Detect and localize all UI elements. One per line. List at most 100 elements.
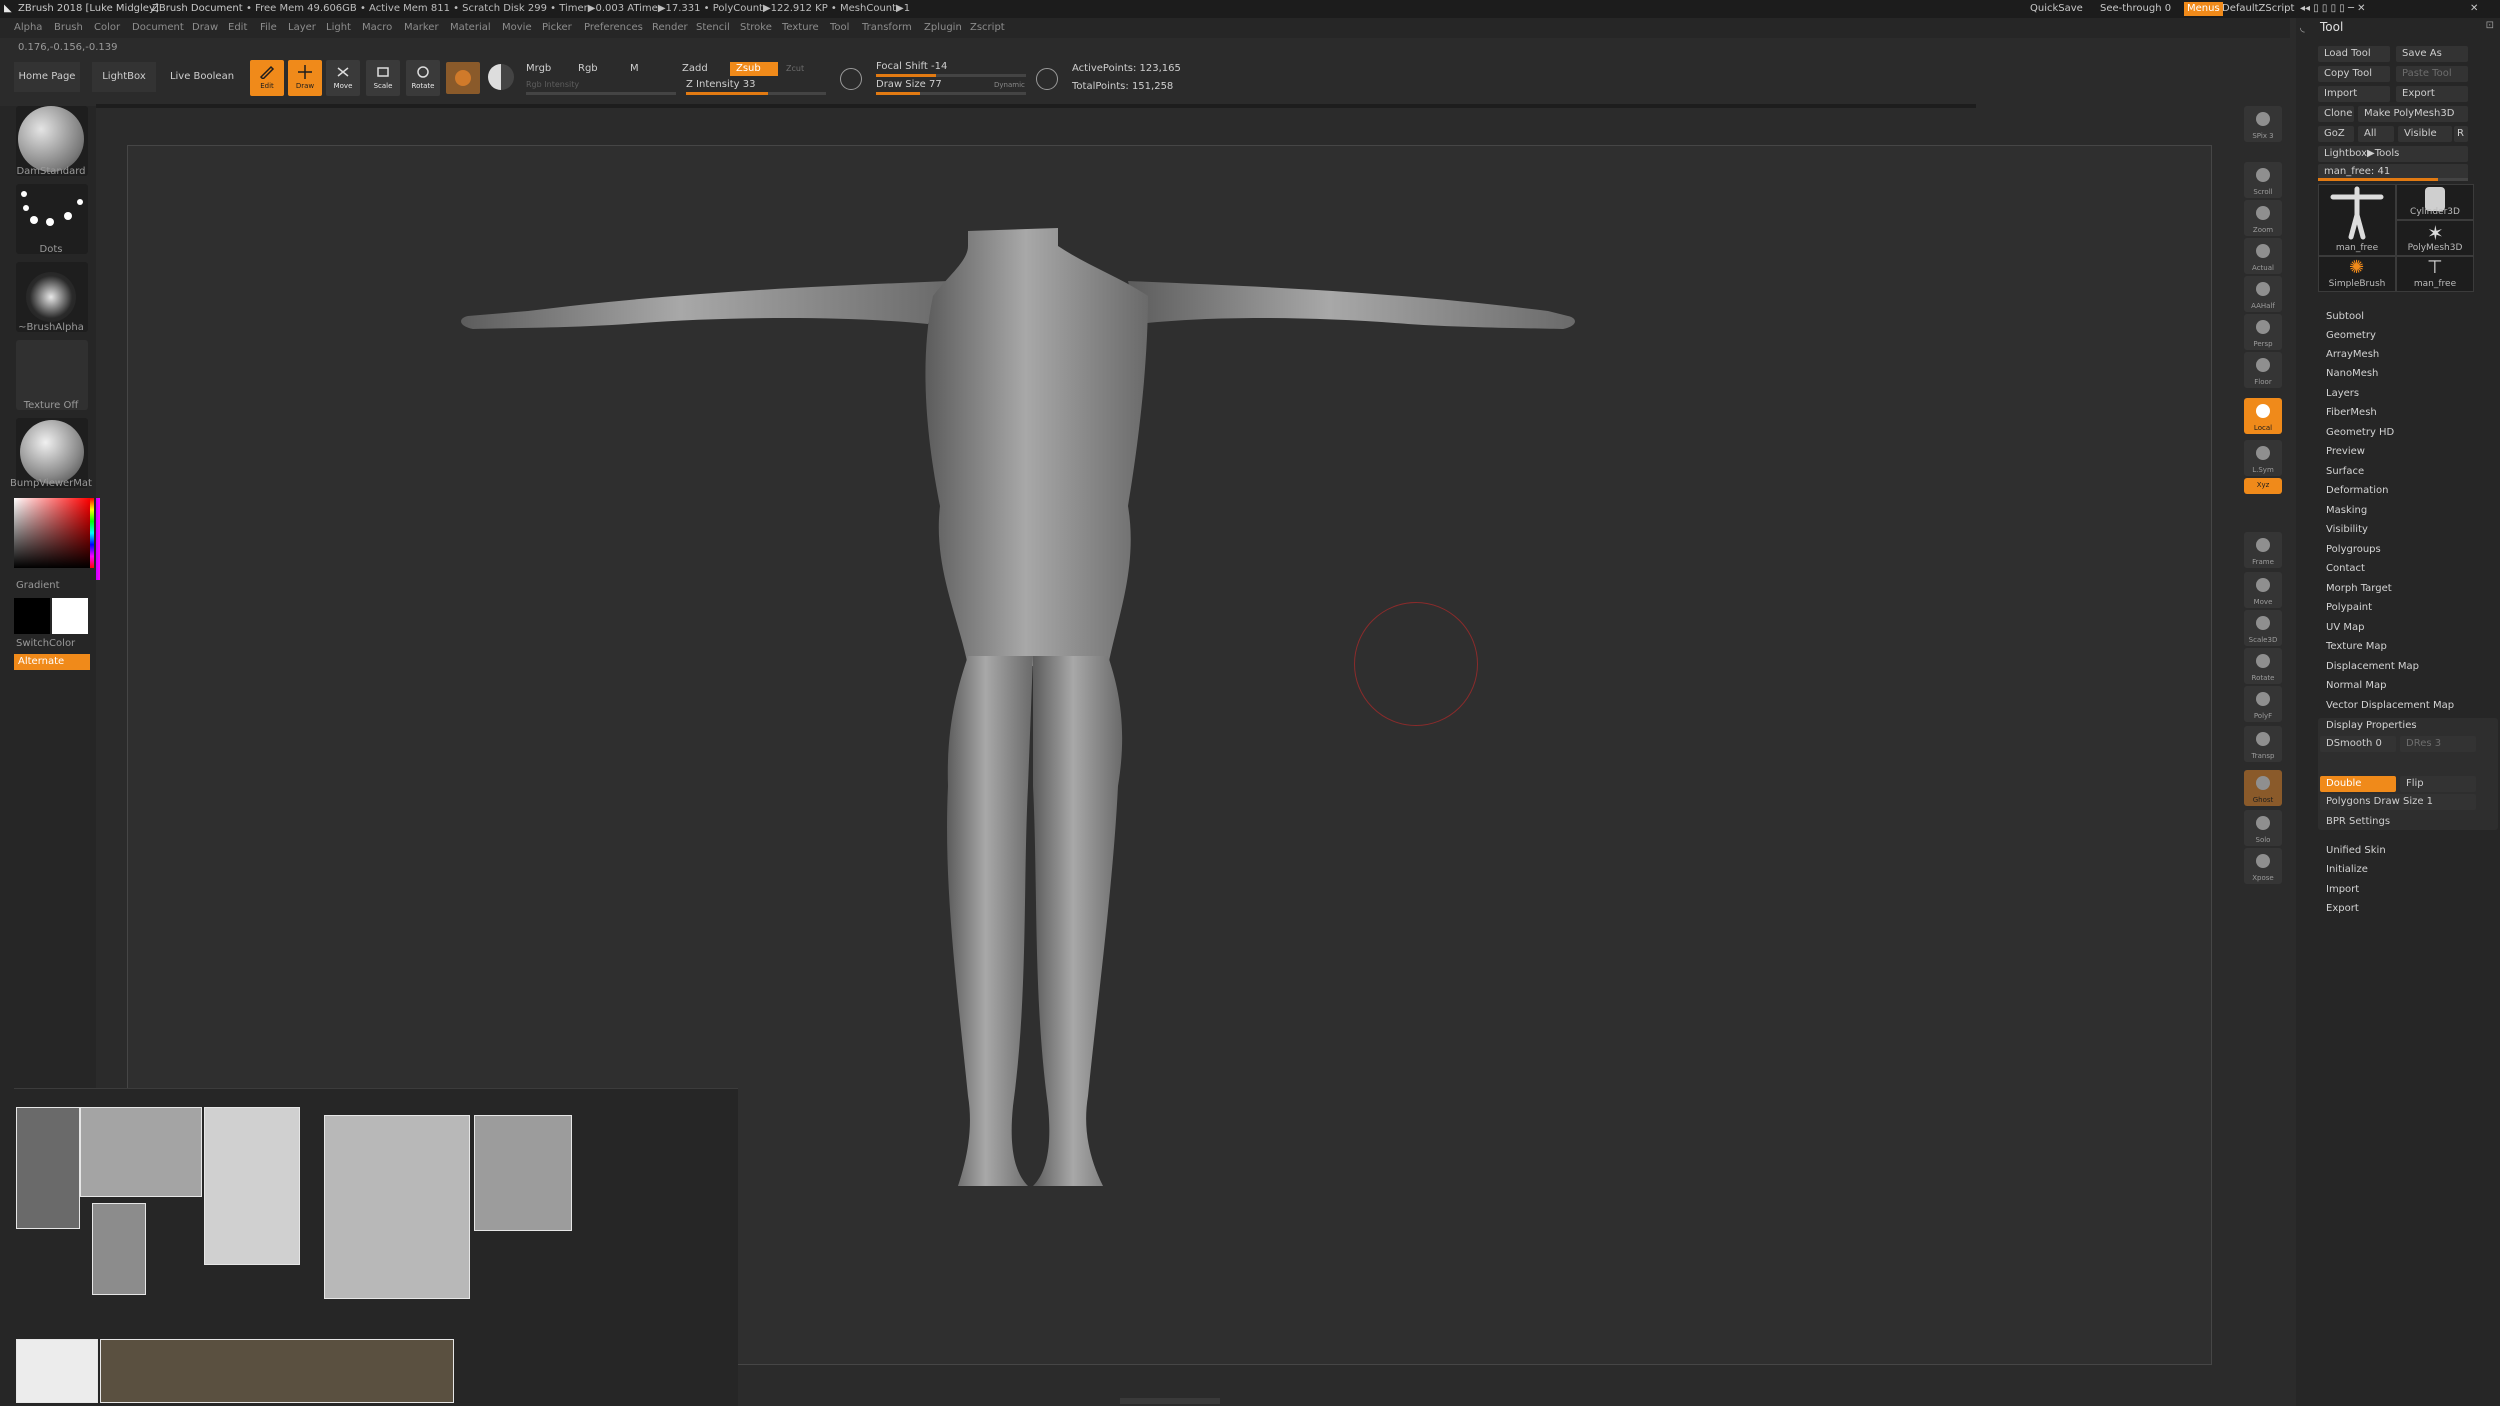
menu-zscript[interactable]: Zscript xyxy=(970,18,1005,38)
m-button[interactable]: M xyxy=(630,62,639,76)
deformation-section[interactable]: Deformation xyxy=(2326,484,2388,498)
bpr-settings-button[interactable]: BPR Settings xyxy=(2320,814,2476,830)
dsmooth-slider[interactable]: DSmooth 0 xyxy=(2320,736,2396,752)
zcut-button[interactable]: Zcut xyxy=(786,62,804,76)
move-mode-button[interactable]: Move xyxy=(326,60,360,96)
default-zscript[interactable]: DefaultZScript xyxy=(2222,0,2294,18)
display-properties-section[interactable]: Display Properties xyxy=(2326,719,2417,733)
menu-material[interactable]: Material xyxy=(450,18,491,38)
double-toggle[interactable]: Double xyxy=(2320,776,2396,792)
mrgb-button[interactable]: Mrgb xyxy=(526,62,551,76)
menu-movie[interactable]: Movie xyxy=(502,18,532,38)
reference-image-8[interactable] xyxy=(100,1339,454,1403)
initialize-section[interactable]: Initialize xyxy=(2326,863,2368,877)
unified-skin-section[interactable]: Unified Skin xyxy=(2326,844,2386,858)
reference-image-6[interactable] xyxy=(474,1115,572,1231)
subtool-section[interactable]: Subtool xyxy=(2326,310,2364,324)
bpr-button[interactable]: SPix 3 xyxy=(2244,106,2282,142)
dock-icon[interactable]: ⊡ xyxy=(2486,20,2494,31)
draw-size-slider[interactable]: Draw Size 77 xyxy=(876,78,942,92)
geometry-section[interactable]: Geometry xyxy=(2326,329,2376,343)
layers-section[interactable]: Layers xyxy=(2326,387,2359,401)
color-picker-icon[interactable] xyxy=(488,64,514,90)
bottom-tray-handle[interactable] xyxy=(1120,1398,1220,1404)
menu-picker[interactable]: Picker xyxy=(542,18,572,38)
focal-point-icon[interactable] xyxy=(840,68,862,90)
paste-tool-button[interactable]: Paste Tool xyxy=(2396,66,2468,82)
lightbox-tools-button[interactable]: Lightbox▶Tools xyxy=(2318,146,2468,162)
export-section[interactable]: Export xyxy=(2326,902,2359,916)
tool-thumb-cylinder3d[interactable]: Cylinder3D xyxy=(2396,184,2474,220)
export-tool-button[interactable]: Export xyxy=(2396,86,2468,102)
solo-button[interactable]: Solo xyxy=(2244,810,2282,846)
zsub-button[interactable]: Zsub xyxy=(730,62,778,76)
move-view-button[interactable]: Move xyxy=(2244,572,2282,608)
quicksave-button[interactable]: QuickSave xyxy=(2030,0,2083,18)
lsym-button[interactable]: L.Sym xyxy=(2244,440,2282,476)
zadd-button[interactable]: Zadd xyxy=(682,62,708,76)
vector-displacement-map-section[interactable]: Vector Displacement Map xyxy=(2326,699,2454,713)
reference-image-3[interactable] xyxy=(92,1203,146,1295)
goz-all-button[interactable]: All xyxy=(2358,126,2394,142)
load-tool-button[interactable]: Load Tool xyxy=(2318,46,2390,62)
draw-mode-button[interactable]: Draw xyxy=(288,60,322,96)
color-picker[interactable] xyxy=(14,498,94,568)
menu-layer[interactable]: Layer xyxy=(288,18,316,38)
surface-section[interactable]: Surface xyxy=(2326,465,2364,479)
rgb-intensity-slider[interactable]: Rgb Intensity xyxy=(526,78,579,92)
menu-light[interactable]: Light xyxy=(326,18,351,38)
normal-map-section[interactable]: Normal Map xyxy=(2326,679,2386,693)
scroll-button[interactable]: Scroll xyxy=(2244,162,2282,198)
reference-image-5[interactable] xyxy=(324,1115,470,1299)
menu-document[interactable]: Document xyxy=(132,18,184,38)
menus-toggle[interactable]: Menus xyxy=(2184,2,2223,16)
morph-target-section[interactable]: Morph Target xyxy=(2326,582,2392,596)
import-tool-button[interactable]: Import xyxy=(2318,86,2390,102)
tool-thumb-man-free[interactable]: man_free xyxy=(2318,184,2396,256)
zoom-button[interactable]: Zoom xyxy=(2244,200,2282,236)
tool-thumb-polymesh3d[interactable]: ✶ PolyMesh3D xyxy=(2396,220,2474,256)
geometry-hd-section[interactable]: Geometry HD xyxy=(2326,426,2394,440)
reference-image-7[interactable] xyxy=(16,1339,98,1403)
xyz-button[interactable]: Xyz xyxy=(2244,478,2282,494)
menu-tool[interactable]: Tool xyxy=(830,18,849,38)
menu-render[interactable]: Render xyxy=(652,18,688,38)
menu-color[interactable]: Color xyxy=(94,18,120,38)
reference-image-4[interactable] xyxy=(204,1107,300,1265)
draw-size-track[interactable] xyxy=(876,92,1026,95)
dynamic-toggle[interactable]: Dynamic xyxy=(994,78,1025,92)
menu-stencil[interactable]: Stencil xyxy=(696,18,730,38)
primary-color-swatch[interactable] xyxy=(52,598,88,634)
menu-file[interactable]: File xyxy=(260,18,277,38)
frame-button[interactable]: Frame xyxy=(2244,532,2282,568)
tool-thumb-man-free-2[interactable]: ⊤ man_free xyxy=(2396,256,2474,292)
menu-transform[interactable]: Transform xyxy=(862,18,912,38)
clone-button[interactable]: Clone xyxy=(2318,106,2354,122)
reference-image-2[interactable] xyxy=(80,1107,202,1197)
current-tool-track[interactable] xyxy=(2318,178,2468,181)
local-button[interactable]: Local xyxy=(2244,398,2282,434)
menu-preferences[interactable]: Preferences xyxy=(584,18,643,38)
persp-button[interactable]: Persp xyxy=(2244,314,2282,350)
uv-map-section[interactable]: UV Map xyxy=(2326,621,2364,635)
secondary-color-swatch[interactable] xyxy=(14,598,50,634)
polypaint-section[interactable]: Polypaint xyxy=(2326,601,2372,615)
masking-section[interactable]: Masking xyxy=(2326,504,2367,518)
dres-slider[interactable]: DRes 3 xyxy=(2400,736,2476,752)
rgb-button[interactable]: Rgb xyxy=(578,62,598,76)
window-controls-icon[interactable]: ◂◂ ▯ ▯ ▯ ▯ ─ ✕ xyxy=(2300,0,2366,18)
menu-edit[interactable]: Edit xyxy=(228,18,247,38)
import-section[interactable]: Import xyxy=(2326,883,2359,897)
polyf-button[interactable]: PolyF xyxy=(2244,686,2282,722)
actual-button[interactable]: Actual xyxy=(2244,238,2282,274)
tool-thumb-simplebrush[interactable]: ✺ SimpleBrush xyxy=(2318,256,2396,292)
menu-zplugin[interactable]: Zplugin xyxy=(924,18,962,38)
arraymesh-section[interactable]: ArrayMesh xyxy=(2326,348,2379,362)
rotate-view-button[interactable]: Rotate xyxy=(2244,648,2282,684)
reference-image-1[interactable] xyxy=(16,1107,80,1229)
menu-marker[interactable]: Marker xyxy=(404,18,439,38)
polygons-draw-size-slider[interactable]: Polygons Draw Size 1 xyxy=(2320,794,2476,810)
menu-texture[interactable]: Texture xyxy=(782,18,819,38)
ghost-button[interactable]: Ghost xyxy=(2244,770,2282,806)
aahalf-button[interactable]: AAHalf xyxy=(2244,276,2282,312)
